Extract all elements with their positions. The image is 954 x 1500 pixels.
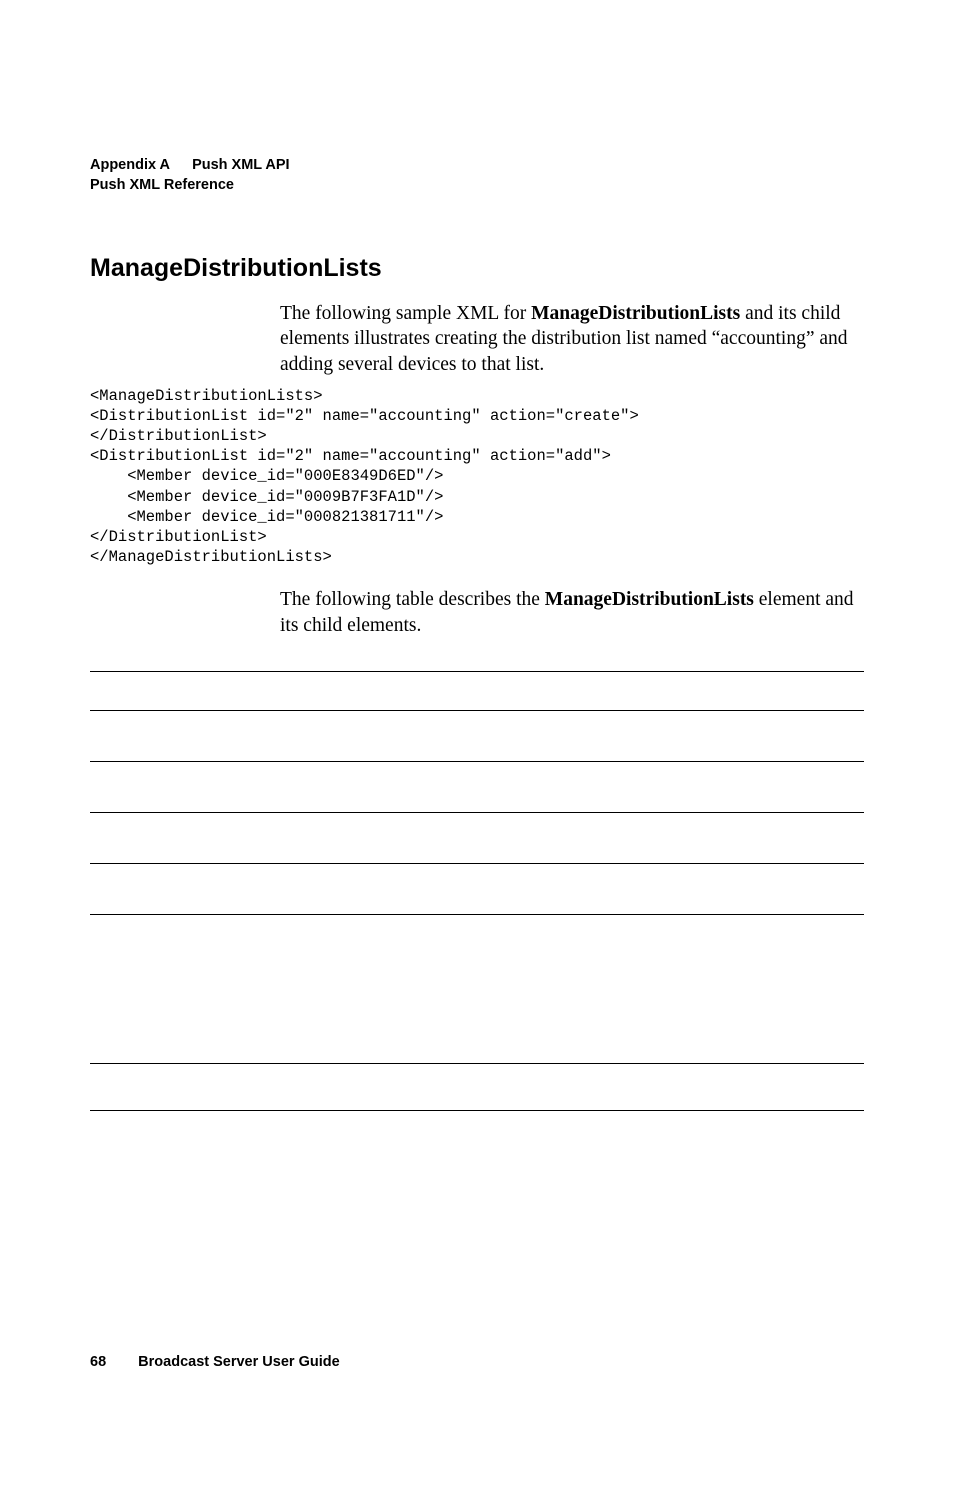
section-title: ManageDistributionLists bbox=[90, 254, 864, 283]
table-row bbox=[90, 761, 864, 812]
table-row bbox=[90, 812, 864, 863]
page-number: 68 bbox=[90, 1354, 106, 1370]
table-row bbox=[90, 1063, 864, 1110]
table-row bbox=[90, 671, 864, 710]
xml-code-block: <ManageDistributionLists> <DistributionL… bbox=[90, 386, 864, 567]
element-description-table bbox=[90, 671, 864, 1111]
header-subtitle: Push XML Reference bbox=[90, 175, 864, 195]
table-row bbox=[90, 914, 864, 1063]
appendix-label: Appendix A bbox=[90, 157, 170, 173]
intro-paragraph: The following sample XML for ManageDistr… bbox=[90, 301, 864, 378]
footer-title: Broadcast Server User Guide bbox=[138, 1354, 339, 1370]
running-header: Appendix A Push XML API Push XML Referen… bbox=[90, 155, 864, 196]
appendix-title: Push XML API bbox=[192, 157, 290, 173]
intro-bold: ManageDistributionLists bbox=[531, 303, 740, 324]
table-row bbox=[90, 863, 864, 914]
intro-pre: The following sample XML for bbox=[280, 303, 531, 324]
page-footer: 68 Broadcast Server User Guide bbox=[90, 1354, 340, 1370]
followup-bold: ManageDistributionLists bbox=[545, 589, 754, 610]
table-row bbox=[90, 710, 864, 761]
followup-pre: The following table describes the bbox=[280, 589, 545, 610]
followup-paragraph: The following table describes the Manage… bbox=[90, 587, 864, 638]
